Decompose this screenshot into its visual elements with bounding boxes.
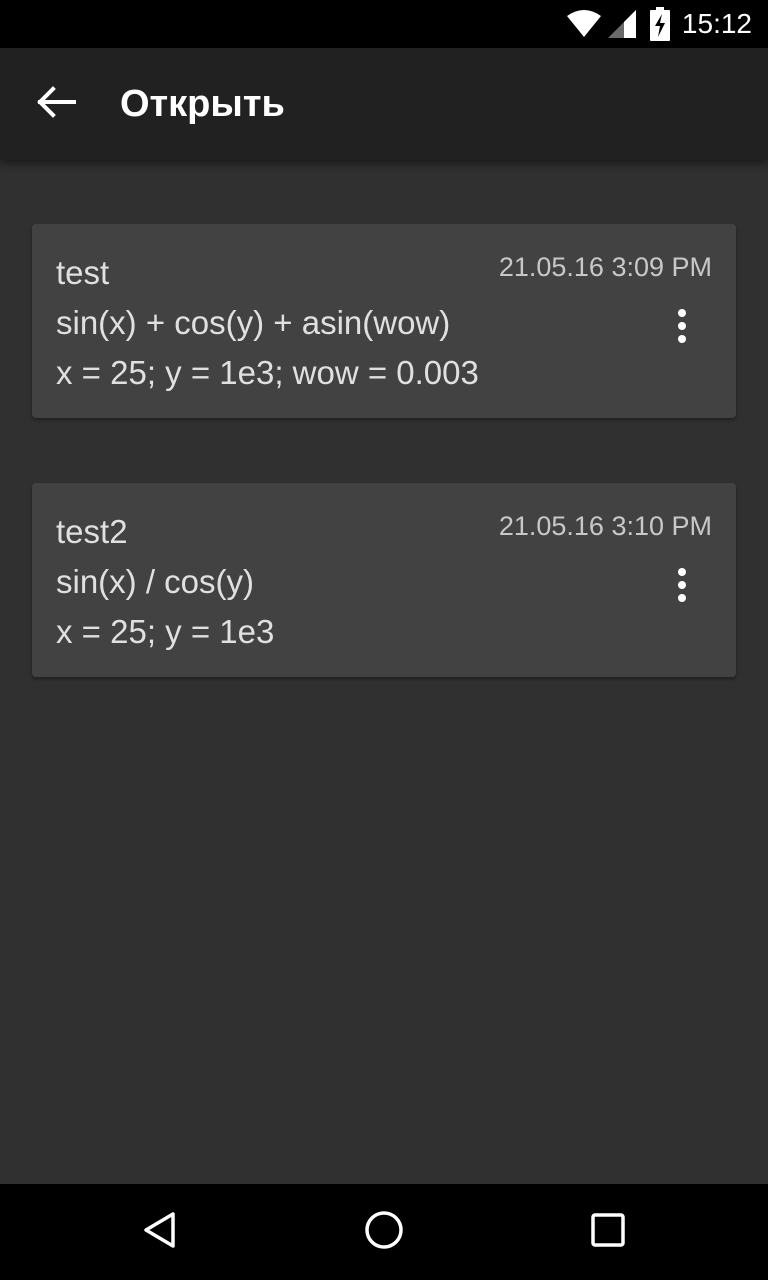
back-triangle-icon	[140, 1210, 180, 1255]
file-name: test	[56, 254, 110, 291]
file-variables: x = 25; y = 1e3	[56, 613, 275, 650]
recents-square-icon	[590, 1212, 626, 1253]
nav-home-button[interactable]	[352, 1200, 416, 1264]
back-button[interactable]	[24, 72, 88, 136]
more-vert-icon[interactable]	[660, 561, 704, 609]
file-list: test 21.05.16 3:09 PM sin(x) + cos(y) + …	[0, 160, 768, 1184]
app-bar: Открыть	[0, 48, 768, 160]
file-date: 21.05.16 3:10 PM	[498, 511, 712, 541]
wifi-icon	[566, 9, 602, 39]
status-bar: 15:12	[0, 0, 768, 48]
nav-back-button[interactable]	[128, 1200, 192, 1264]
file-formula: sin(x) / cos(y)	[56, 563, 254, 600]
file-date: 21.05.16 3:09 PM	[498, 252, 712, 282]
file-card-test2[interactable]: test2 21.05.16 3:10 PM sin(x) / cos(y) x…	[32, 483, 736, 677]
home-circle-icon	[364, 1210, 404, 1255]
page-title: Открыть	[120, 83, 285, 125]
status-icons: 15:12	[566, 0, 752, 48]
more-vert-icon[interactable]	[660, 302, 704, 350]
file-formula: sin(x) + cos(y) + asin(wow)	[56, 304, 451, 341]
clock-time: 15:12	[681, 8, 752, 39]
cell-signal-icon	[606, 9, 638, 39]
file-name: test2	[56, 513, 128, 550]
battery-charging-icon	[649, 7, 670, 41]
navigation-bar	[0, 1184, 768, 1280]
file-variables: x = 25; y = 1e3; wow = 0.003	[56, 354, 479, 391]
arrow-left-icon	[36, 85, 76, 123]
nav-recents-button[interactable]	[576, 1200, 640, 1264]
file-card-test[interactable]: test 21.05.16 3:09 PM sin(x) + cos(y) + …	[32, 224, 736, 418]
